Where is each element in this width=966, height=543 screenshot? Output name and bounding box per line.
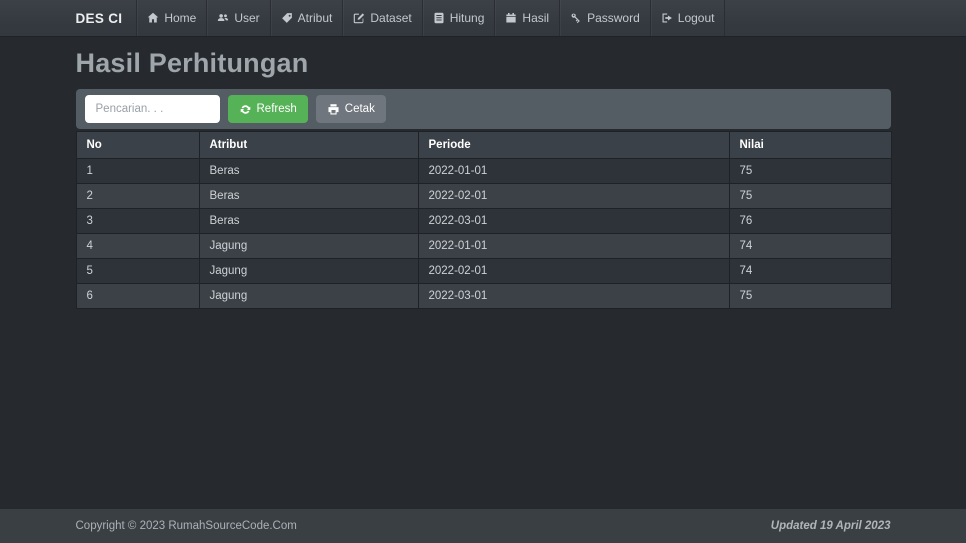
print-button-label: Cetak	[344, 103, 375, 115]
table-row: 4 Jagung 2022-01-01 74	[75, 233, 892, 259]
nav-item-dataset[interactable]: Dataset	[342, 0, 421, 36]
table-cell: 2022-03-01	[417, 208, 730, 234]
table-cell: 2	[75, 183, 200, 209]
list-icon	[433, 12, 445, 24]
search-input[interactable]	[84, 95, 220, 123]
footer: Copyright © 2023 RumahSourceCode.Com Upd…	[0, 508, 966, 543]
table-cell: Beras	[198, 208, 419, 234]
table-row: 5 Jagung 2022-02-01 74	[75, 258, 892, 284]
column-header-atribut: Atribut	[198, 131, 419, 159]
nav-item-atribut[interactable]: Atribut	[269, 0, 343, 36]
page-title: Hasil Perhitungan	[75, 48, 309, 78]
table-cell: 75	[728, 283, 892, 309]
users-icon	[217, 12, 229, 24]
table-cell: 75	[728, 158, 892, 184]
results-table: No Atribut Periode Nilai 1 Beras 2022-01-0…	[75, 131, 892, 309]
column-header-periode: Periode	[417, 131, 730, 159]
logout-icon	[661, 12, 673, 24]
table-cell: Beras	[198, 158, 419, 184]
refresh-button-label: Refresh	[256, 103, 297, 115]
table-row: 2 Beras 2022-02-01 75	[75, 183, 892, 209]
home-icon	[147, 12, 159, 24]
refresh-button[interactable]: Refresh	[227, 95, 308, 123]
nav-item-hitung[interactable]: Hitung	[421, 0, 495, 36]
nav-item-label: Hitung	[449, 11, 485, 25]
refresh-icon	[239, 103, 252, 116]
table-cell: 2022-02-01	[417, 183, 730, 209]
column-header-no: No	[75, 131, 200, 159]
key-icon	[570, 12, 582, 24]
print-button[interactable]: Cetak	[315, 95, 386, 123]
table-cell: Jagung	[198, 283, 419, 309]
navbar: DES CI Home User Atribut Dataset Hitung Hasil…	[0, 0, 966, 37]
table-cell: 5	[75, 258, 200, 284]
brand[interactable]: DES CI	[76, 0, 137, 36]
updated-text: Updated 19 April 2023	[770, 520, 891, 532]
table-cell: 2022-01-01	[417, 233, 730, 259]
table-row: 3 Beras 2022-03-01 76	[75, 208, 892, 234]
table-cell: Jagung	[198, 233, 419, 259]
nav-item-label: Home	[164, 11, 197, 25]
table-cell: 6	[75, 283, 200, 309]
nav-item-label: Dataset	[370, 11, 412, 25]
table-cell: 76	[728, 208, 892, 234]
calendar-icon	[505, 12, 517, 24]
table-cell: Jagung	[198, 258, 419, 284]
table-header-row: No Atribut Periode Nilai	[75, 131, 892, 159]
toolbar: Refresh Cetak	[75, 89, 891, 129]
table-cell: 75	[728, 183, 892, 209]
table-cell: 1	[75, 158, 200, 184]
nav-menu: Home User Atribut Dataset Hitung Hasil Passwor…	[136, 0, 726, 36]
table-cell: 74	[728, 233, 892, 259]
nav-item-label: User	[234, 11, 260, 25]
tag-icon	[281, 12, 293, 24]
edit-icon	[353, 12, 365, 24]
table-row: 6 Jagung 2022-03-01 75	[75, 283, 892, 309]
table-cell: Beras	[198, 183, 419, 209]
table-cell: 3	[75, 208, 200, 234]
nav-item-label: Atribut	[297, 11, 333, 25]
nav-item-hasil[interactable]: Hasil	[494, 0, 559, 36]
column-header-nilai: Nilai	[728, 131, 892, 159]
nav-item-label: Logout	[677, 11, 715, 25]
table-row: 1 Beras 2022-01-01 75	[75, 158, 892, 184]
nav-item-logout[interactable]: Logout	[649, 0, 726, 36]
table-cell: 2022-01-01	[417, 158, 730, 184]
nav-item-label: Password	[587, 11, 640, 25]
nav-item-label: Hasil	[522, 11, 550, 25]
table-cell: 74	[728, 258, 892, 284]
nav-item-password[interactable]: Password	[559, 0, 650, 36]
table-cell: 4	[75, 233, 200, 259]
nav-item-user[interactable]: User	[206, 0, 269, 36]
table-cell: 2022-02-01	[417, 258, 730, 284]
copyright-text: Copyright © 2023 RumahSourceCode.Com	[75, 520, 297, 532]
printer-icon	[327, 103, 340, 116]
nav-item-home[interactable]: Home	[136, 0, 206, 36]
table-cell: 2022-03-01	[417, 283, 730, 309]
